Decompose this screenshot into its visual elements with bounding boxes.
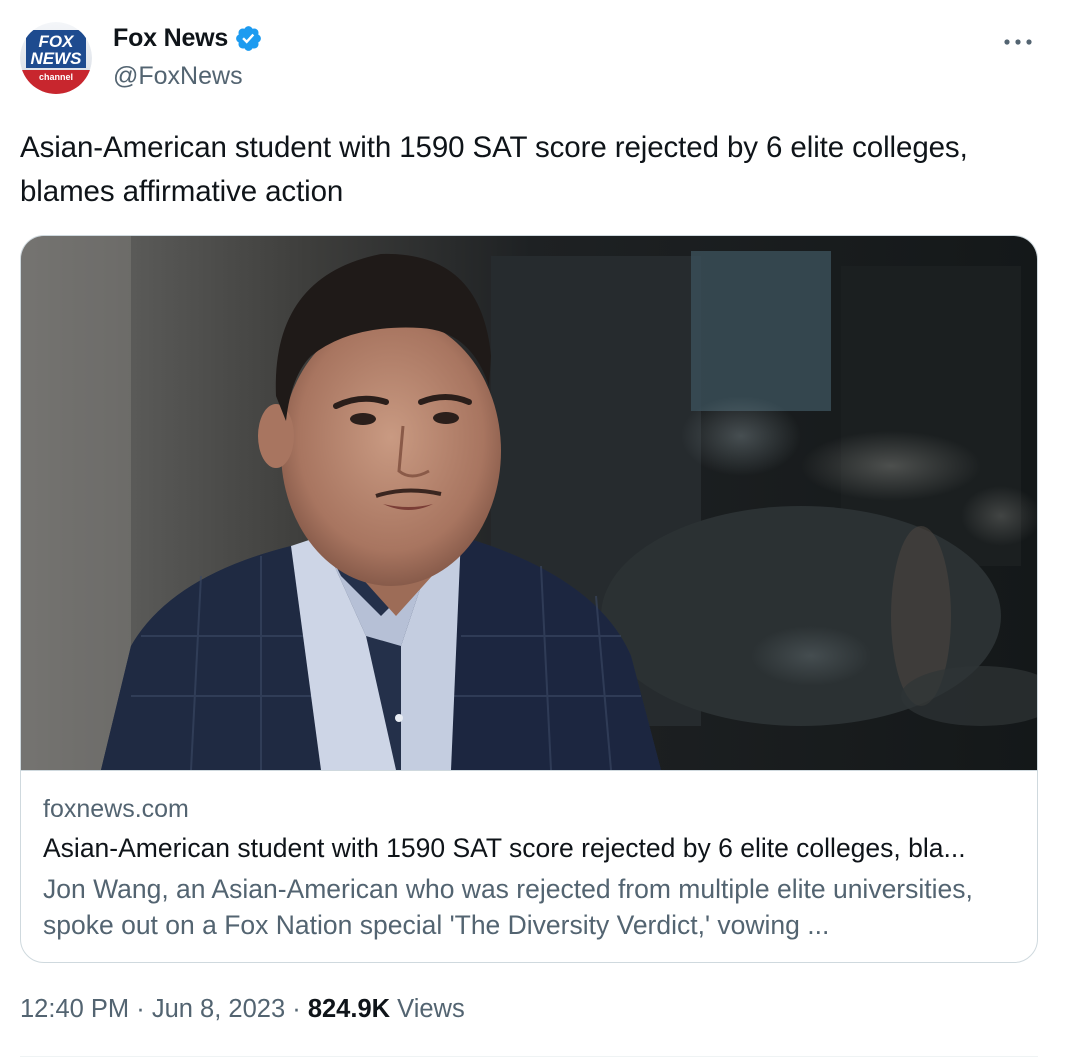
card-image: [21, 236, 1037, 770]
meta-separator: ·: [136, 995, 145, 1023]
tweet-text: Asian-American student with 1590 SAT sco…: [20, 131, 968, 208]
more-options-button[interactable]: [998, 30, 1038, 54]
avatar[interactable]: FOX NEWS channel: [20, 22, 92, 94]
card-description: Jon Wang, an Asian-American who was reje…: [43, 874, 973, 940]
tweet-meta: 12:40 PM · Jun 8, 2023 · 824.9K Views: [20, 995, 465, 1024]
card-domain: foxnews.com: [43, 795, 189, 823]
tweet: FOX NEWS channel Fox News @FoxNews Asian…: [0, 0, 1068, 1062]
divider: [20, 1056, 1038, 1057]
verified-badge-icon[interactable]: [234, 24, 263, 53]
card-body: foxnews.com Asian-American student with …: [21, 770, 1037, 962]
author-handle[interactable]: @FoxNews: [113, 62, 243, 91]
more-horizontal-icon: [1004, 39, 1032, 45]
link-preview-card[interactable]: foxnews.com Asian-American student with …: [20, 235, 1038, 963]
card-title: Asian-American student with 1590 SAT sco…: [43, 833, 966, 863]
tweet-date[interactable]: Jun 8, 2023: [152, 995, 285, 1023]
meta-separator-2: ·: [292, 995, 301, 1023]
views-count: 824.9K: [307, 995, 391, 1023]
avatar-logo-channel: channel: [39, 72, 73, 82]
tweet-time[interactable]: 12:40 PM: [20, 995, 129, 1023]
avatar-logo-news: NEWS: [31, 49, 83, 68]
author-name-row: Fox News: [113, 24, 263, 53]
views-label: Views: [397, 995, 465, 1023]
author-display-name[interactable]: Fox News: [113, 24, 228, 53]
